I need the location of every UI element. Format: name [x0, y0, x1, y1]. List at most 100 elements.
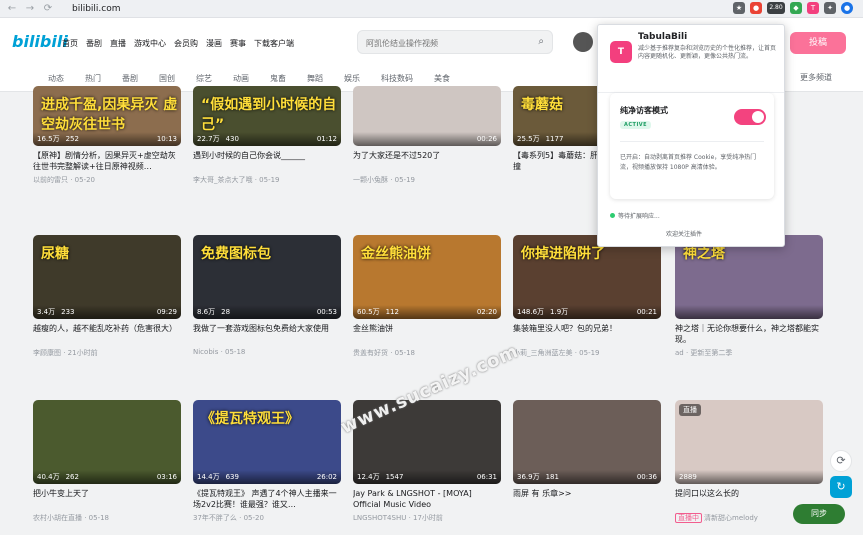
channel-item[interactable]: 动态	[48, 73, 64, 84]
video-title[interactable]: 把小牛变上天了	[33, 488, 181, 510]
video-author[interactable]: 37年不胖了么 · 05-20	[193, 513, 341, 523]
video-stats: 2889	[675, 470, 823, 484]
channel-item[interactable]: 综艺	[196, 73, 212, 84]
guest-mode-toggle[interactable]	[734, 109, 766, 125]
avatar[interactable]	[573, 32, 593, 52]
video-duration: 03:16	[156, 473, 177, 481]
video-thumbnail[interactable]: “假如遇到小时候的自己” 22.7万 430 01:12	[193, 86, 341, 146]
forward-icon[interactable]: →	[24, 3, 36, 15]
video-card[interactable]: 《提瓦特观王》 14.4万 639 26:02 《提瓦特观王》 声遇了4个神人主播来一场…	[193, 400, 341, 523]
channel-item[interactable]: 科技数码	[381, 73, 413, 84]
video-stats: 14.4万 639 26:02	[193, 470, 341, 484]
nav-item[interactable]: 首页	[62, 38, 78, 49]
nav-item[interactable]: 下载客户端	[254, 38, 294, 49]
video-thumbnail[interactable]: 00:26	[353, 86, 501, 146]
search-icon[interactable]: ⌕	[538, 36, 544, 47]
video-title[interactable]: 雨屏 有 乐章>>	[513, 488, 661, 510]
video-title[interactable]: 金丝熊油饼	[353, 323, 501, 345]
video-author[interactable]: 以前的雷只 · 05-20	[33, 175, 181, 185]
nav-item[interactable]: 游戏中心	[134, 38, 166, 49]
video-title[interactable]: 集装箱里没人吧？包的兄弟！	[513, 323, 661, 345]
video-thumbnail[interactable]: 40.4万 262 03:16	[33, 400, 181, 484]
bilibili-logo[interactable]: bilibili	[12, 32, 68, 51]
feedback-icon[interactable]: ↻	[830, 476, 852, 498]
danmaku-count: 28	[221, 308, 231, 316]
video-title-text: 提问口以这么长的	[675, 489, 739, 498]
author-text: 一颗小兔酥 · 05-19	[353, 176, 416, 184]
video-author[interactable]: ad · 更新至第二季	[675, 348, 823, 358]
nav-item[interactable]: 漫画	[206, 38, 222, 49]
video-title[interactable]: Jay Park & LNGSHOT - [MOYA] Official Mus…	[353, 488, 501, 510]
video-title[interactable]: 越瘦的人，越不能乱吃补药（危害很大）	[33, 323, 181, 345]
video-card[interactable]: 40.4万 262 03:16 把小牛变上天了农村小胡在直播 · 05-18	[33, 400, 181, 523]
nav-item[interactable]: 直播	[110, 38, 126, 49]
more-channels-button[interactable]: 更多频道	[800, 72, 832, 83]
puzzle-icon[interactable]: ✦	[824, 2, 836, 14]
video-title[interactable]: 为了大家还是不过520了	[353, 150, 501, 172]
video-card[interactable]: 进成千盈,因果异灭 虚空劫灰往世书 16.5万 252 10:13 【原神】剧情分析，因…	[33, 86, 181, 185]
video-thumbnail[interactable]: 神之塔	[675, 235, 823, 319]
channel-item[interactable]: 舞蹈	[307, 73, 323, 84]
reload-icon[interactable]: ⟳	[42, 3, 54, 15]
video-author[interactable]: 一颗小兔酥 · 05-19	[353, 175, 501, 185]
search-input[interactable]	[358, 32, 528, 55]
video-card[interactable]: 00:26 为了大家还是不过520了一颗小兔酥 · 05-19	[353, 86, 501, 185]
video-stats: 8.6万 28 00:53	[193, 305, 341, 319]
nav-item[interactable]: 会员购	[174, 38, 198, 49]
video-author[interactable]: 小莉_三角洲蓝左美 · 05-19	[513, 348, 661, 358]
video-thumbnail[interactable]: 进成千盈,因果异灭 虚空劫灰往世书 16.5万 252 10:13	[33, 86, 181, 146]
video-title-text: 【原神】剧情分析，因果异灭+虚空劫灰往世书完整解读+往日原神视频…	[33, 151, 176, 171]
channel-item[interactable]: 动画	[233, 73, 249, 84]
channel-item[interactable]: 国创	[159, 73, 175, 84]
popup-footer[interactable]: 欢迎关注插件	[666, 229, 702, 238]
view-count: 3.4万	[37, 308, 56, 316]
extension-icon[interactable]: ●	[750, 2, 762, 14]
video-title[interactable]: 《提瓦特观王》 声遇了4个神人主播来一场2v2比赛！谁最强？谁又…	[193, 488, 341, 510]
channel-item[interactable]: 美食	[434, 73, 450, 84]
video-duration: 00:36	[636, 473, 657, 481]
video-stats: 3.4万 233 09:29	[33, 305, 181, 319]
video-card[interactable]: 免费图标包 8.6万 28 00:53 我做了一套游戏图标包免费给大家使用 Nicobis…	[193, 235, 341, 356]
extension-icon[interactable]: ◆	[790, 2, 802, 14]
video-card[interactable]: 36.9万 181 00:36 雨屏 有 乐章>>	[513, 400, 661, 510]
video-author[interactable]: 农村小胡在直播 · 05-18	[33, 513, 181, 523]
video-title[interactable]: 遇到小时候的自己你会说______	[193, 150, 341, 172]
channel-item[interactable]: 热门	[85, 73, 101, 84]
video-card[interactable]: 神之塔神之塔｜无论你想要什么，神之塔都能实现。 ad · 更新至第二季	[675, 235, 823, 358]
video-card[interactable]: “假如遇到小时候的自己” 22.7万 430 01:12 遇到小时候的自己你会说____…	[193, 86, 341, 185]
post-button[interactable]: 投稿	[790, 32, 846, 54]
address-bar[interactable]: bilibili.com	[72, 4, 121, 14]
tabulabili-logo: T	[610, 41, 632, 63]
channel-item[interactable]: 娱乐	[344, 73, 360, 84]
video-card[interactable]: 金丝熊油饼 60.5万 112 02:20 金丝熊油饼 贵盖有好货 · 05-18	[353, 235, 501, 358]
video-thumbnail[interactable]: 金丝熊油饼 60.5万 112 02:20	[353, 235, 501, 319]
extension-badge[interactable]: 2.80	[767, 2, 785, 14]
video-thumbnail[interactable]: 尿糖 3.4万 233 09:29	[33, 235, 181, 319]
nav-item[interactable]: 赛事	[230, 38, 246, 49]
danmaku-count: 1177	[545, 135, 564, 143]
video-card[interactable]: 尿糖 3.4万 233 09:29 越瘦的人，越不能乱吃补药（危害很大） 李顾康图 · 2…	[33, 235, 181, 358]
tabulabili-extension-icon[interactable]: T	[807, 2, 819, 14]
video-thumbnail[interactable]: 直播 2889	[675, 400, 823, 484]
video-thumbnail[interactable]: 免费图标包 8.6万 28 00:53	[193, 235, 341, 319]
video-thumbnail[interactable]: 《提瓦特观王》 14.4万 639 26:02	[193, 400, 341, 484]
channel-item[interactable]: 鬼畜	[270, 73, 286, 84]
video-thumbnail[interactable]: 你掉进陷阱了 148.6万 1.9万 00:21	[513, 235, 661, 319]
video-title[interactable]: 【原神】剧情分析，因果异灭+虚空劫灰往世书完整解读+往日原神视频…	[33, 150, 181, 172]
video-author[interactable]: 李大哥_茶点大了哦 · 05-19	[193, 175, 341, 185]
profile-icon[interactable]: ●	[841, 2, 853, 14]
bookmark-star-icon[interactable]: ★	[733, 2, 745, 14]
video-title[interactable]: 神之塔｜无论你想要什么，神之塔都能实现。	[675, 323, 823, 345]
video-title[interactable]: 我做了一套游戏图标包免费给大家使用	[193, 323, 341, 345]
video-thumbnail[interactable]: 36.9万 181 00:36	[513, 400, 661, 484]
video-author[interactable]: 李顾康图 · 21小时前	[33, 348, 181, 358]
nav-item[interactable]: 番剧	[86, 38, 102, 49]
channel-item[interactable]: 番剧	[122, 73, 138, 84]
back-icon[interactable]: ←	[6, 3, 18, 15]
video-author[interactable]: Nicobis · 05-18	[193, 348, 341, 356]
refresh-icon[interactable]: ⟳	[830, 450, 852, 472]
sync-button[interactable]: 同步	[793, 504, 845, 524]
video-card[interactable]: 你掉进陷阱了 148.6万 1.9万 00:21 集装箱里没人吧？包的兄弟！ 小莉_三角洲…	[513, 235, 661, 358]
video-author[interactable]: LNGSHOT4SHU · 17小时前	[353, 513, 501, 523]
video-title-text: 雨屏 有 乐章>>	[513, 489, 572, 498]
